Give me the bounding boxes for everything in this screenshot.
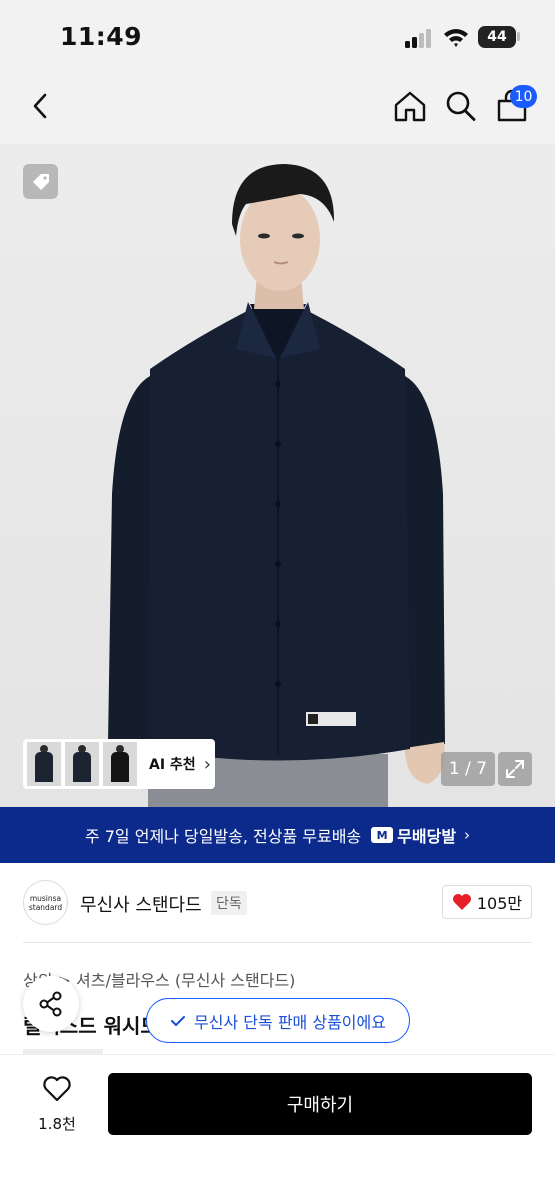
wifi-icon (444, 29, 468, 47)
free-delivery-logo: M 무배당발 (371, 823, 456, 847)
expand-icon (506, 760, 524, 778)
exclusive-notice-text: 무신사 단독 판매 상품이에요 (194, 1012, 386, 1032)
wishlist-count: 1.8천 (38, 1115, 76, 1133)
exclusive-notice-tooltip: 무신사 단독 판매 상품이에요 (146, 998, 410, 1043)
product-photo (108, 164, 445, 807)
share-button[interactable] (23, 976, 79, 1032)
like-button[interactable]: 105만 (442, 885, 532, 919)
check-icon (171, 1015, 186, 1026)
thumbnail-2[interactable] (65, 742, 99, 786)
brand-name[interactable]: 무신사 스탠다드 (80, 891, 202, 917)
cart-count-badge: 10 (510, 85, 537, 108)
price-tag-icon (32, 173, 49, 190)
divider (23, 942, 532, 943)
share-icon (39, 991, 62, 1017)
exclusive-badge: 단독 (211, 891, 247, 915)
product-image-carousel[interactable]: AI 추천 › 1 / 7 (0, 144, 555, 807)
wishlist-button[interactable]: 1.8천 (33, 1075, 81, 1134)
heart-icon (452, 894, 471, 910)
home-icon[interactable] (393, 88, 427, 124)
buy-button[interactable]: 구매하기 (108, 1073, 532, 1135)
chevron-right-icon: › (464, 826, 471, 844)
cellular-signal-icon (405, 28, 435, 48)
thumbnail-3[interactable] (103, 742, 137, 786)
image-page-indicator: 1 / 7 (441, 752, 495, 786)
top-nav (0, 72, 555, 144)
status-time: 11:49 (60, 22, 143, 51)
ai-recommend-label: AI 추천 (149, 757, 196, 773)
status-bar: 11:49 44 (0, 0, 555, 72)
brand-row: musinsa standard 무신사 스탠다드 단독 105만 (0, 863, 555, 943)
free-shipping-banner[interactable]: 주 7일 언제나 당일발송, 전상품 무료배송 M 무배당발 › (0, 807, 555, 863)
delivery-logo-mark: M (371, 827, 394, 843)
expand-button[interactable] (498, 752, 532, 786)
delivery-logo-text: 무배당발 (397, 827, 457, 846)
back-icon[interactable] (24, 88, 58, 124)
thumbnail-1[interactable] (27, 742, 61, 786)
battery-tip (517, 32, 520, 41)
tag-icon[interactable] (23, 164, 58, 199)
chevron-right-icon: › (203, 753, 211, 775)
heart-outline-icon (43, 1076, 71, 1102)
battery-indicator: 44 (478, 26, 516, 48)
ai-recommend-strip[interactable]: AI 추천 › (23, 739, 215, 789)
banner-text: 주 7일 언제나 당일발송, 전상품 무료배송 (84, 827, 362, 846)
brand-logo-line1: musinsa (29, 893, 62, 903)
bottom-action-bar: 1.8천 구매하기 (0, 1054, 555, 1200)
like-count: 105만 (476, 894, 523, 913)
brand-logo-line2: standard (28, 902, 63, 912)
brand-logo[interactable]: musinsa standard (23, 880, 68, 925)
search-icon[interactable] (444, 88, 478, 124)
